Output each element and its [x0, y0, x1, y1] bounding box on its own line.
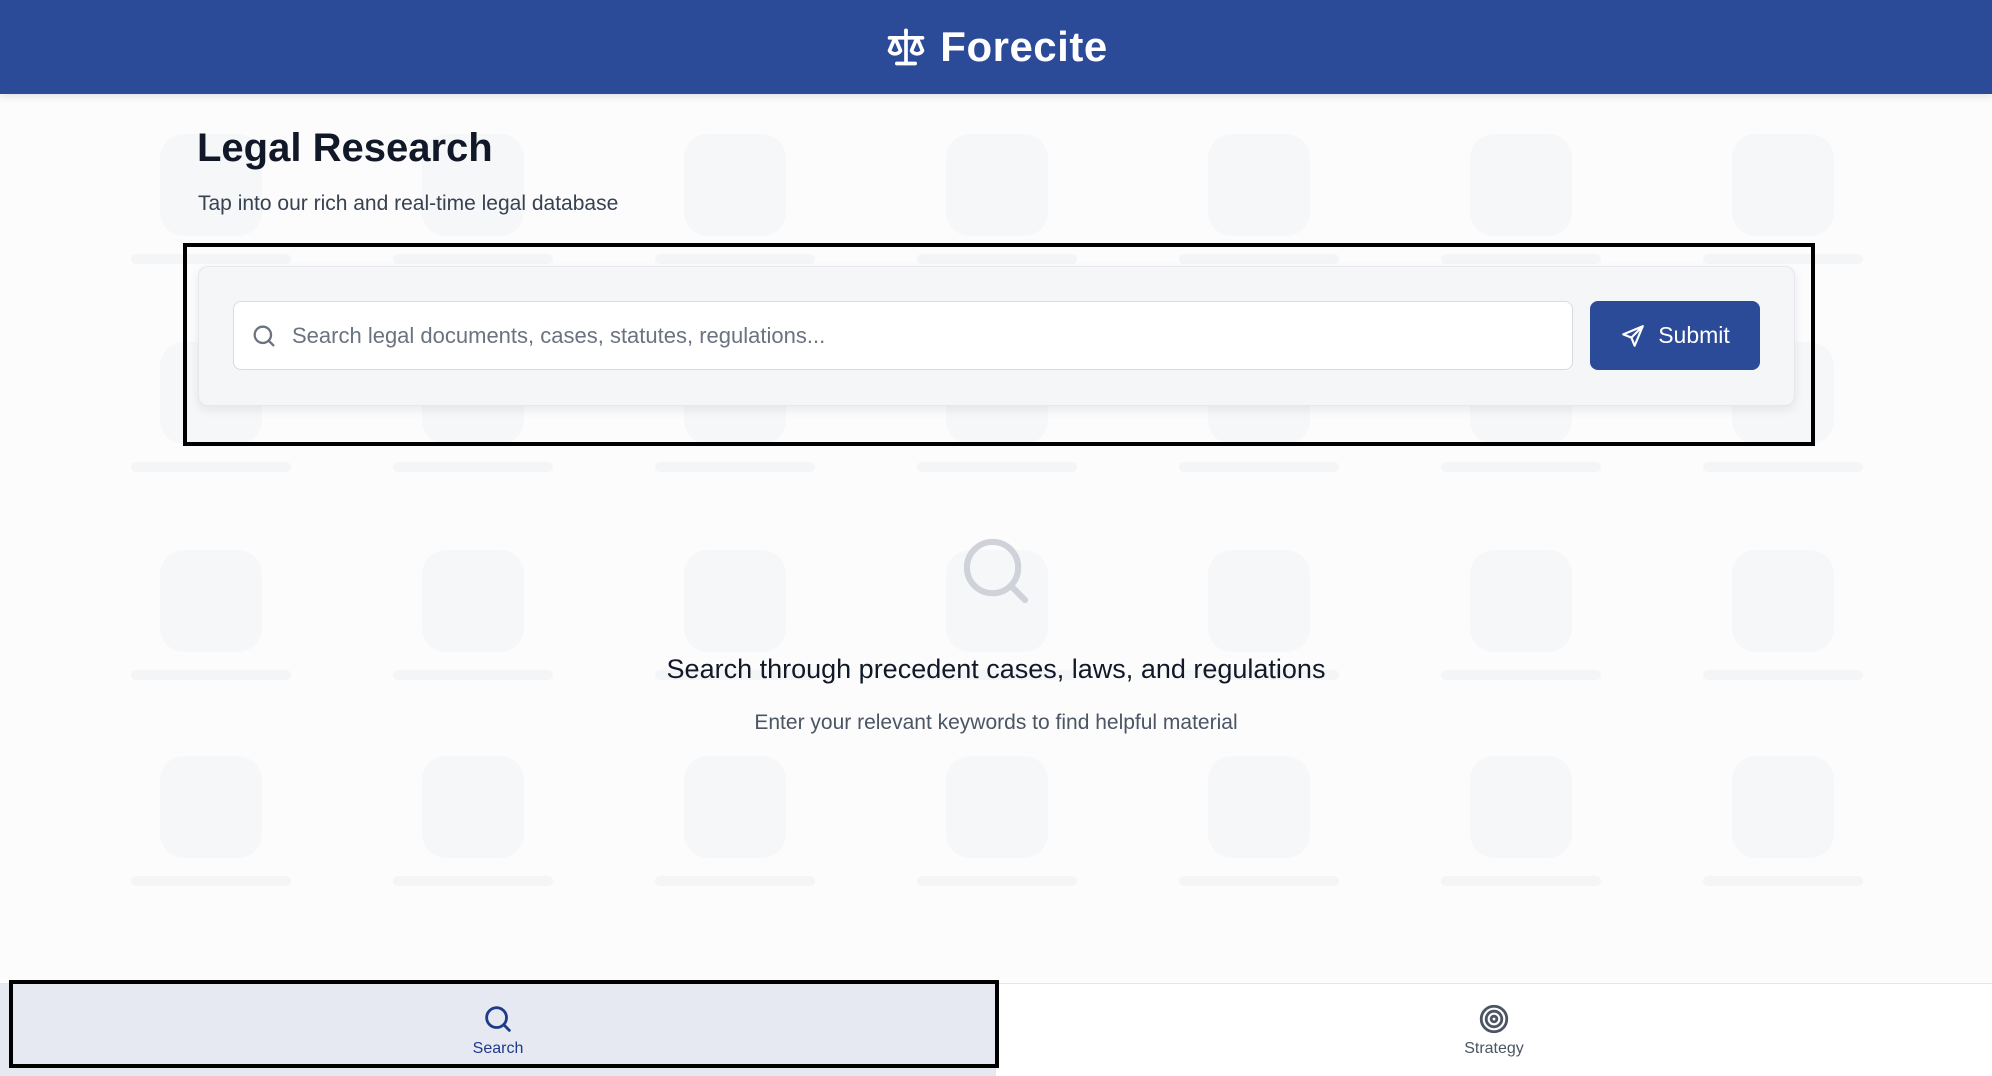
background-tile [1470, 134, 1572, 236]
bottom-nav: Search Strategy [0, 983, 1992, 1076]
search-icon [963, 538, 1029, 604]
background-tile [946, 756, 1048, 858]
page-title: Legal Research [197, 126, 493, 170]
empty-state-title: Search through precedent cases, laws, an… [666, 654, 1326, 684]
background-tile-label [917, 462, 1077, 472]
search-icon [485, 1006, 511, 1032]
app-header: Forecite [0, 0, 1992, 94]
page-subtitle: Tap into our rich and real-time legal da… [198, 192, 619, 215]
background-tile-label [655, 462, 815, 472]
nav-label-strategy: Strategy [1464, 1040, 1524, 1057]
nav-item-strategy[interactable]: Strategy [996, 984, 1992, 1076]
background-tile [1208, 134, 1310, 236]
background-tile [1470, 756, 1572, 858]
background-tile [684, 134, 786, 236]
background-tile [946, 134, 1048, 236]
background-tile [684, 756, 786, 858]
background-tile [1732, 134, 1834, 236]
background-tile-label [655, 876, 815, 886]
scales-icon [887, 28, 925, 66]
background-tile [160, 756, 262, 858]
background-tile-label [917, 876, 1077, 886]
background-tile [1208, 756, 1310, 858]
nav-label-search: Search [472, 1040, 524, 1057]
background-tile-label [1179, 876, 1339, 886]
background-tile-label [1441, 876, 1601, 886]
empty-state: Search through precedent cases, laws, an… [0, 530, 1992, 735]
background-tile-label [1179, 462, 1339, 472]
search-highlight-frame [183, 243, 1815, 446]
background-tile-label [1703, 876, 1863, 886]
target-icon [1479, 1004, 1509, 1034]
background-tile-label [131, 876, 291, 886]
background-tile-label [393, 876, 553, 886]
background-tile-label [393, 462, 553, 472]
background-tile [422, 756, 524, 858]
brand[interactable]: Forecite [884, 23, 1107, 71]
background-tile [1732, 756, 1834, 858]
background-tile-label [131, 462, 291, 472]
nav-item-search[interactable]: Search [0, 984, 996, 1076]
app-name: Forecite [940, 23, 1108, 70]
background-tile-label [1441, 462, 1601, 472]
empty-state-text: Enter your relevant keywords to find hel… [754, 711, 1238, 734]
background-tile-label [1703, 462, 1863, 472]
